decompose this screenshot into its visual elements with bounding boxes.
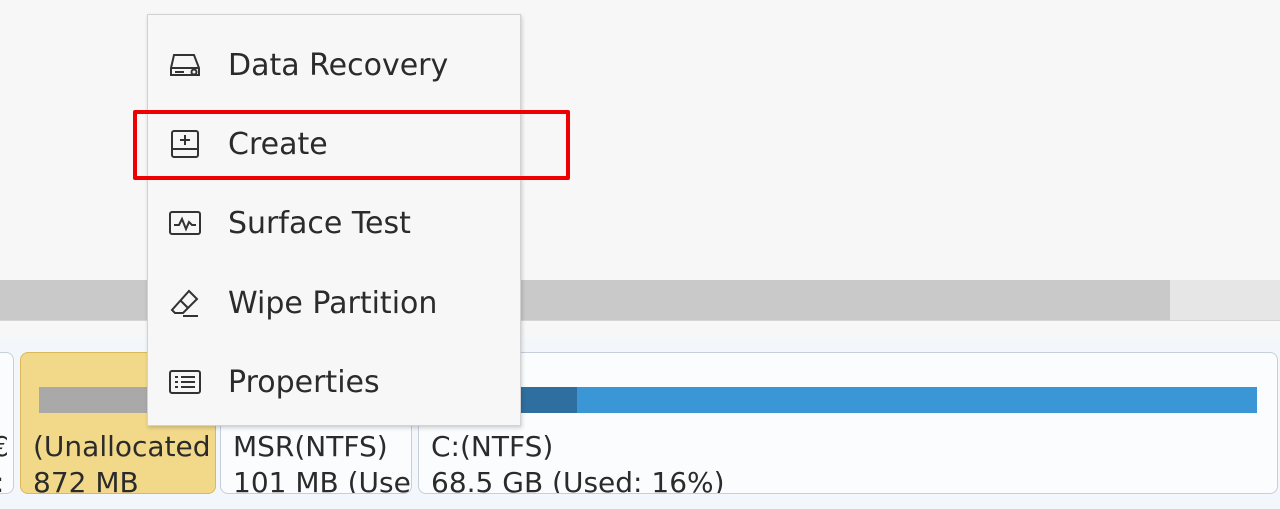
data-recovery-icon (168, 48, 202, 82)
surface-test-icon (168, 206, 202, 240)
partition-size: 872 MB (33, 466, 139, 494)
properties-list-icon (168, 365, 202, 399)
partition-usage-bar (457, 387, 1257, 413)
partition-name: € (0, 431, 9, 463)
partition-size: 101 MB (Used (233, 466, 412, 494)
partition-size: : (0, 467, 4, 494)
menu-item-label: Wipe Partition (228, 285, 438, 321)
partition-name: MSR(NTFS) (233, 430, 388, 463)
wipe-eraser-icon (168, 286, 202, 320)
context-menu: Data Recovery Create Surface Test Wipe P… (147, 14, 521, 426)
menu-item-surface-test[interactable]: Surface Test (148, 183, 520, 263)
partition-size: 68.5 GB (Used: 16%) (431, 466, 725, 494)
menu-item-wipe-partition[interactable]: Wipe Partition (148, 263, 520, 343)
menu-item-data-recovery[interactable]: Data Recovery (148, 25, 520, 105)
partition-name: (Unallocated (33, 430, 211, 463)
partition-block-partial[interactable]: € : (0, 352, 14, 494)
partition-name: C:(NTFS) (431, 430, 554, 463)
menu-item-label: Data Recovery (228, 47, 449, 83)
highlight-box (133, 110, 570, 180)
menu-item-properties[interactable]: Properties (148, 342, 520, 422)
menu-item-label: Properties (228, 364, 380, 400)
menu-item-label: Surface Test (228, 205, 411, 241)
partition-block-c[interactable]: C:(NTFS) 68.5 GB (Used: 16%) (418, 352, 1278, 494)
